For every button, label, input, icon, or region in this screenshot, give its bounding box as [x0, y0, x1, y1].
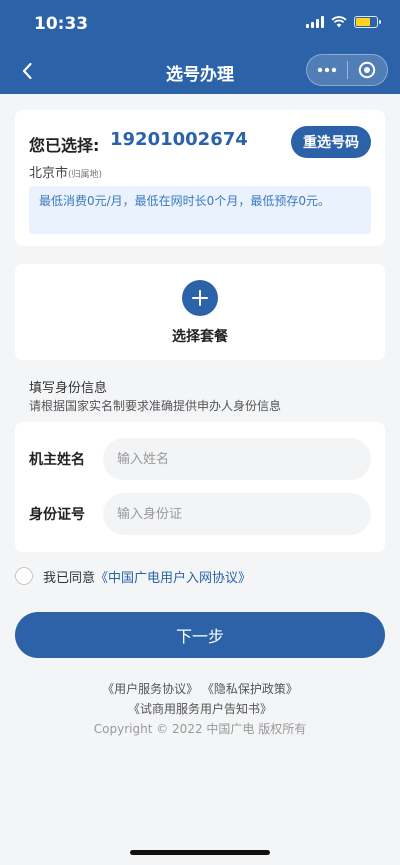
agreement-row: 我已同意 《中国广电用户入网协议》	[15, 565, 251, 587]
nav-bar: 选号办理	[0, 50, 400, 94]
agreement-prefix: 我已同意	[43, 570, 96, 586]
close-mini-program-button[interactable]	[347, 55, 387, 85]
footer-policy-links: 《用户服务协议》 《隐私保护政策》	[0, 680, 400, 697]
footer-trial-link-row: 《试商用服务用户告知书》	[0, 700, 400, 717]
selected-number: 19201002674	[110, 129, 248, 150]
owner-name-label: 机主姓名	[29, 452, 85, 468]
app-header: 10:33 选号办理	[0, 0, 400, 94]
id-number-row: 身份证号	[29, 493, 371, 535]
user-service-agreement-link[interactable]: 《用户服务协议》	[102, 682, 198, 696]
select-package-card[interactable]: 选择套餐	[15, 264, 385, 360]
battery-icon	[354, 16, 381, 28]
agreement-checkbox[interactable]	[15, 567, 33, 585]
reselect-number-button[interactable]: 重选号码	[291, 126, 371, 158]
status-bar: 10:33	[0, 0, 400, 46]
trial-service-notice-link[interactable]: 《试商用服务用户告知书》	[128, 702, 272, 716]
signal-icon	[306, 16, 324, 28]
more-button[interactable]	[307, 55, 347, 85]
copyright-text: Copyright © 2022 中国广电 版权所有	[93, 722, 307, 736]
target-circle-icon	[359, 61, 376, 79]
status-icons	[306, 16, 381, 28]
mini-program-capsule	[306, 54, 388, 86]
identity-section-description: 请根据国家实名制要求准确提供申办人身份信息	[29, 399, 282, 413]
city-info: 北京市(归属地)	[29, 162, 102, 181]
consumption-notice: 最低消费0元/月，最低在网时长0个月，最低预存0元。	[29, 186, 371, 234]
id-number-label: 身份证号	[29, 507, 85, 523]
next-step-button[interactable]: 下一步	[15, 612, 385, 658]
plus-icon[interactable]	[182, 280, 218, 316]
selected-label: 您已选择:	[29, 136, 100, 155]
city-name: 北京市	[29, 166, 69, 181]
wifi-icon	[331, 16, 347, 28]
more-dots-icon	[317, 67, 336, 73]
id-number-input[interactable]	[103, 493, 371, 535]
identity-section-title: 填写身份信息	[29, 381, 108, 396]
home-indicator	[130, 850, 270, 855]
network-agreement-link[interactable]: 《中国广电用户入网协议》	[95, 567, 251, 586]
owner-name-input[interactable]	[103, 438, 371, 480]
select-package-label: 选择套餐	[172, 329, 228, 345]
privacy-policy-link[interactable]: 《隐私保护政策》	[202, 682, 298, 696]
identity-form-card: 机主姓名 身份证号	[15, 422, 385, 552]
city-note: (归属地)	[68, 170, 103, 180]
owner-name-row: 机主姓名	[29, 438, 371, 480]
selected-number-card: 您已选择: 19201002674 重选号码 北京市(归属地) 最低消费0元/月…	[15, 110, 385, 246]
status-time: 10:33	[34, 14, 89, 34]
